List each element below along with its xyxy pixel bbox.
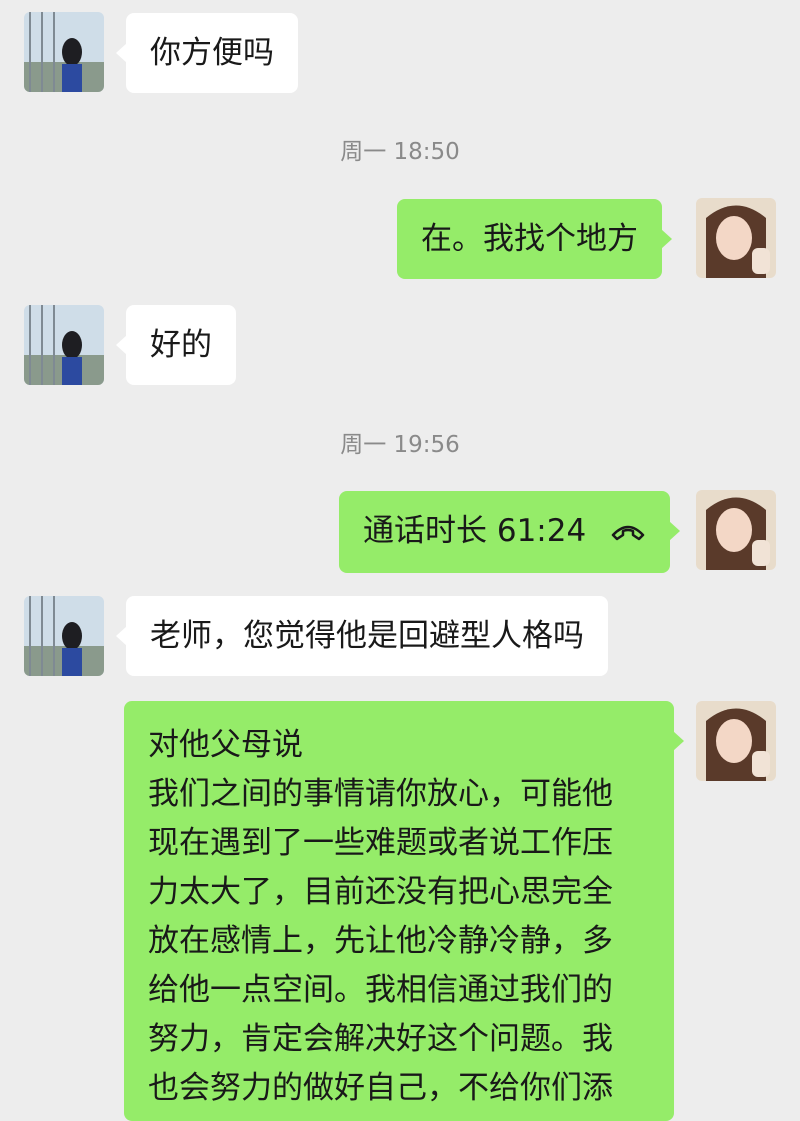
message-line: 现在遇到了一些难题或者说工作压 bbox=[148, 825, 613, 861]
contact-avatar-image bbox=[24, 596, 104, 676]
self-avatar-image bbox=[696, 490, 776, 570]
message-line: 给他一点空间。我相信通过我们的 bbox=[148, 972, 613, 1008]
message-line: 也会努力的做好自己，不给你们添 bbox=[148, 1070, 613, 1106]
contact-avatar[interactable] bbox=[24, 305, 104, 385]
incoming-message-bubble[interactable]: 你方便吗 bbox=[116, 13, 298, 93]
self-avatar-image bbox=[696, 701, 776, 781]
contact-avatar-image bbox=[24, 305, 104, 385]
outgoing-message-bubble[interactable]: 在。我找个地方 bbox=[397, 199, 672, 279]
contact-avatar[interactable] bbox=[24, 596, 104, 676]
phone-hangup-icon bbox=[610, 508, 646, 558]
message-line: 力太大了，目前还没有把心思完全 bbox=[148, 874, 613, 910]
message-text: 好的 bbox=[150, 327, 212, 363]
self-avatar[interactable] bbox=[696, 198, 776, 278]
contact-avatar[interactable] bbox=[24, 12, 104, 92]
incoming-message-bubble[interactable]: 好的 bbox=[116, 305, 236, 385]
call-duration-text: 通话时长 61:24 bbox=[363, 513, 587, 549]
message-text: 在。我找个地方 bbox=[421, 221, 638, 257]
outgoing-message-bubble[interactable]: 对他父母说 我们之间的事情请你放心，可能他 现在遇到了一些难题或者说工作压 力太… bbox=[124, 701, 684, 1121]
self-avatar-image bbox=[696, 198, 776, 278]
contact-avatar-image bbox=[24, 12, 104, 92]
timestamp: 周一 18:50 bbox=[340, 139, 460, 165]
message-text: 你方便吗 bbox=[150, 35, 274, 71]
self-avatar[interactable] bbox=[696, 701, 776, 781]
message-line: 努力，肯定会解决好这个问题。我 bbox=[148, 1021, 613, 1057]
timestamp: 周一 19:56 bbox=[340, 432, 460, 458]
message-line: 放在感情上，先让他冷静冷静，多 bbox=[148, 923, 613, 959]
call-record-bubble[interactable]: 通话时长 61:24 bbox=[339, 491, 681, 573]
incoming-message-bubble[interactable]: 老师，您觉得他是回避型人格吗 bbox=[116, 596, 608, 676]
message-line: 对他父母说 bbox=[148, 727, 303, 763]
message-line: 我们之间的事情请你放心，可能他 bbox=[148, 776, 613, 812]
self-avatar[interactable] bbox=[696, 490, 776, 570]
message-text: 老师，您觉得他是回避型人格吗 bbox=[150, 618, 584, 654]
